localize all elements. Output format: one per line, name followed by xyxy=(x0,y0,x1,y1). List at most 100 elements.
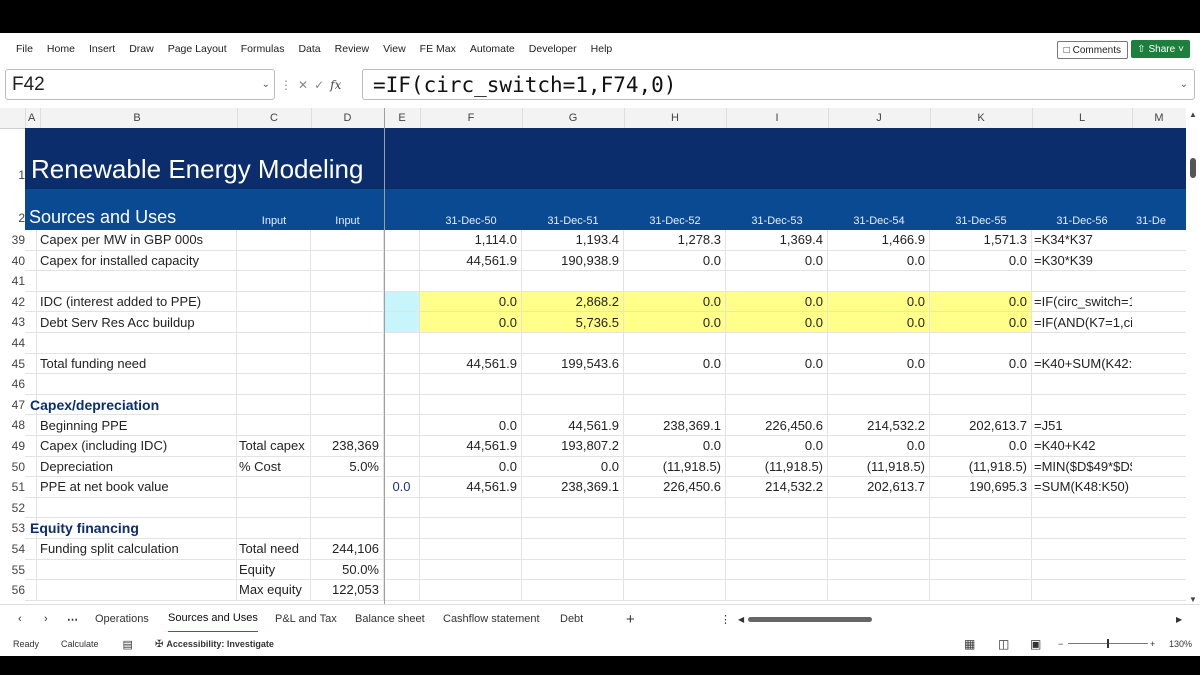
cell-a49[interactable] xyxy=(25,436,37,457)
cell-h54[interactable] xyxy=(624,539,726,560)
cell-i53[interactable] xyxy=(726,518,828,539)
cell-f55[interactable] xyxy=(420,559,522,581)
cell-f49[interactable]: 44,561.9 xyxy=(420,436,522,457)
cell-k45[interactable]: 0.0 xyxy=(930,353,1032,375)
cell-j55[interactable] xyxy=(828,559,930,581)
cell-h47[interactable] xyxy=(624,394,726,416)
cell-f47[interactable] xyxy=(420,394,522,416)
cell-l50[interactable]: =MIN($D$49*$D$50,K48 xyxy=(1032,457,1132,478)
cell-j52[interactable] xyxy=(828,497,930,519)
cell-c42[interactable] xyxy=(237,291,311,313)
row-number[interactable]: 40 xyxy=(0,253,25,268)
menu-draw[interactable]: Draw xyxy=(122,43,161,55)
cell-h40[interactable]: 0.0 xyxy=(624,250,726,272)
col-header-e[interactable]: E xyxy=(384,108,421,128)
menu-insert[interactable]: Insert xyxy=(82,43,122,55)
cell-j46[interactable] xyxy=(828,374,930,395)
cell-h52[interactable] xyxy=(624,497,726,519)
cell-a54[interactable] xyxy=(25,539,37,560)
cell-b39[interactable]: Capex per MW in GBP 000s xyxy=(37,230,237,251)
cell-k54[interactable] xyxy=(930,539,1032,560)
row-number[interactable]: 53 xyxy=(0,521,25,536)
cell-f56[interactable] xyxy=(420,580,522,601)
cell-d54[interactable]: 244,106 xyxy=(311,539,384,560)
cell-a56[interactable] xyxy=(25,580,37,601)
formula-input[interactable]: =IF(circ_switch=1,F74,0) ⌄ xyxy=(362,69,1195,100)
menu-help[interactable]: Help xyxy=(584,43,620,55)
date-header[interactable]: 31-De xyxy=(1132,189,1186,230)
menu-data[interactable]: Data xyxy=(291,43,327,55)
cell-i39[interactable]: 1,369.4 xyxy=(726,230,828,251)
cell-e56[interactable] xyxy=(384,580,420,601)
cell-m56[interactable] xyxy=(1132,580,1186,601)
menu-file[interactable]: File xyxy=(0,43,40,55)
menu-fe-max[interactable]: FE Max xyxy=(413,43,463,55)
cell-b45[interactable]: Total funding need xyxy=(37,353,237,375)
cell-h46[interactable] xyxy=(624,374,726,395)
cell-j41[interactable] xyxy=(828,271,930,292)
cell-g40[interactable]: 190,938.9 xyxy=(522,250,624,272)
cell-h55[interactable] xyxy=(624,559,726,581)
cell-d48[interactable] xyxy=(311,415,384,436)
cell-j43[interactable]: 0.0 xyxy=(828,312,930,333)
cell-a39[interactable] xyxy=(25,230,37,251)
cell-h49[interactable]: 0.0 xyxy=(624,436,726,457)
col-header-h[interactable]: H xyxy=(624,108,727,128)
cell-f42[interactable]: 0.0 xyxy=(420,291,522,313)
cell-l39[interactable]: =K34*K37 xyxy=(1032,230,1132,251)
cell-l53[interactable] xyxy=(1032,518,1132,539)
cell-d40[interactable] xyxy=(311,250,384,272)
cell-k46[interactable] xyxy=(930,374,1032,395)
cell-k47[interactable] xyxy=(930,394,1032,416)
cell-j44[interactable] xyxy=(828,333,930,354)
cell-e47[interactable] xyxy=(384,394,420,416)
cell-e52[interactable] xyxy=(384,497,420,519)
cell-i51[interactable]: 214,532.2 xyxy=(726,477,828,498)
cell-b41[interactable] xyxy=(37,271,237,292)
row-number[interactable]: 1 xyxy=(0,168,25,182)
cell-i42[interactable]: 0.0 xyxy=(726,291,828,313)
cell-e43[interactable] xyxy=(384,312,420,333)
date-header[interactable]: 31-Dec-51 xyxy=(522,189,624,230)
cell-b48[interactable]: Beginning PPE xyxy=(37,415,237,436)
cell-b46[interactable] xyxy=(37,374,237,395)
zoom-level[interactable]: 130% xyxy=(1169,639,1192,649)
row-number[interactable]: 41 xyxy=(0,274,25,289)
cell-i45[interactable]: 0.0 xyxy=(726,353,828,375)
cell-d47[interactable] xyxy=(311,394,384,416)
cell-c55[interactable]: Equity xyxy=(237,559,311,581)
cell-e40[interactable] xyxy=(384,250,420,272)
cell-g50[interactable]: 0.0 xyxy=(522,456,624,478)
tab-debt[interactable]: Debt xyxy=(560,605,583,633)
cell-i48[interactable]: 226,450.6 xyxy=(726,415,828,436)
cell-c53[interactable] xyxy=(237,518,311,539)
cell-i52[interactable] xyxy=(726,497,828,519)
cell-j50[interactable]: (11,918.5) xyxy=(828,456,930,478)
cell-b43[interactable]: Debt Serv Res Acc buildup xyxy=(37,312,237,333)
cell-g51[interactable]: 238,369.1 xyxy=(522,477,624,498)
tab-cashflow-statement[interactable]: Cashflow statement xyxy=(443,605,540,633)
cell-i41[interactable] xyxy=(726,271,828,292)
col-header-j[interactable]: J xyxy=(828,108,931,128)
cell-e54[interactable] xyxy=(384,539,420,560)
cell-k50[interactable]: (11,918.5) xyxy=(930,456,1032,478)
cell-l43[interactable]: =IF(AND(K7=1,circ_switcl xyxy=(1032,312,1132,333)
cell-g39[interactable]: 1,193.4 xyxy=(522,230,624,251)
cell-e50[interactable] xyxy=(384,456,420,478)
cell-h45[interactable]: 0.0 xyxy=(624,353,726,375)
cell-d41[interactable] xyxy=(311,271,384,292)
cell-a50[interactable] xyxy=(25,456,37,478)
more-icon[interactable]: ⋮ xyxy=(280,78,292,92)
cell-f43[interactable]: 0.0 xyxy=(420,312,522,333)
cell-h48[interactable]: 238,369.1 xyxy=(624,415,726,436)
page-break-view-icon[interactable]: ▣ xyxy=(1030,637,1041,651)
cell-e55[interactable] xyxy=(384,559,420,581)
cell-e41[interactable] xyxy=(384,271,420,292)
cell-k56[interactable] xyxy=(930,580,1032,601)
name-box[interactable]: F42 ⌄ xyxy=(5,69,275,100)
cell-b55[interactable] xyxy=(37,559,237,581)
menu-formulas[interactable]: Formulas xyxy=(234,43,292,55)
scroll-down-icon[interactable]: ▼ xyxy=(1189,595,1197,604)
cell-e53[interactable] xyxy=(384,518,420,539)
cell-c49[interactable]: Total capex xyxy=(237,436,311,457)
